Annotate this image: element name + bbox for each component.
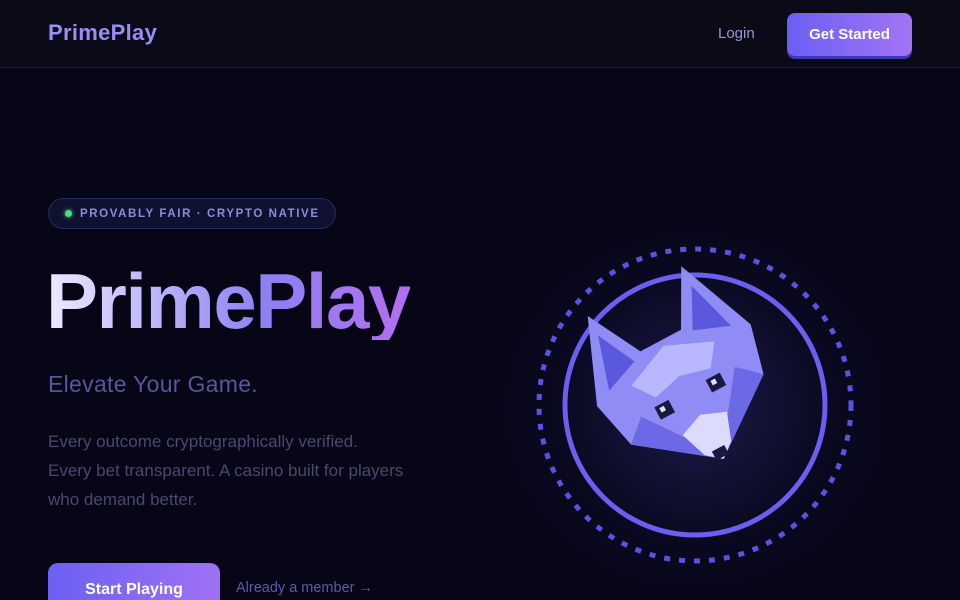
fox-emblem: [536, 246, 854, 564]
description-line: Every outcome cryptographically verified…: [48, 432, 358, 451]
hero-description: Every outcome cryptographically verified…: [48, 427, 448, 514]
top-navbar: PrimePlay Login Get Started: [0, 0, 960, 68]
description-line: who demand better.: [48, 490, 198, 509]
status-dot-icon: [65, 210, 72, 217]
start-playing-button[interactable]: Start Playing: [48, 563, 220, 600]
login-link[interactable]: Login: [718, 25, 755, 42]
description-line: Every bet transparent. A casino built fo…: [48, 461, 404, 480]
hero-subtitle: Elevate Your Game.: [48, 371, 258, 397]
get-started-button[interactable]: Get Started: [787, 13, 912, 56]
hero-title: PrimePlay: [46, 257, 411, 345]
already-member-link[interactable]: Already a member →: [236, 580, 373, 596]
status-badge-label: PROVABLY FAIR · CRYPTO NATIVE: [80, 207, 320, 220]
brand-logo[interactable]: PrimePlay: [48, 20, 157, 46]
status-badge: PROVABLY FAIR · CRYPTO NATIVE: [48, 198, 336, 229]
